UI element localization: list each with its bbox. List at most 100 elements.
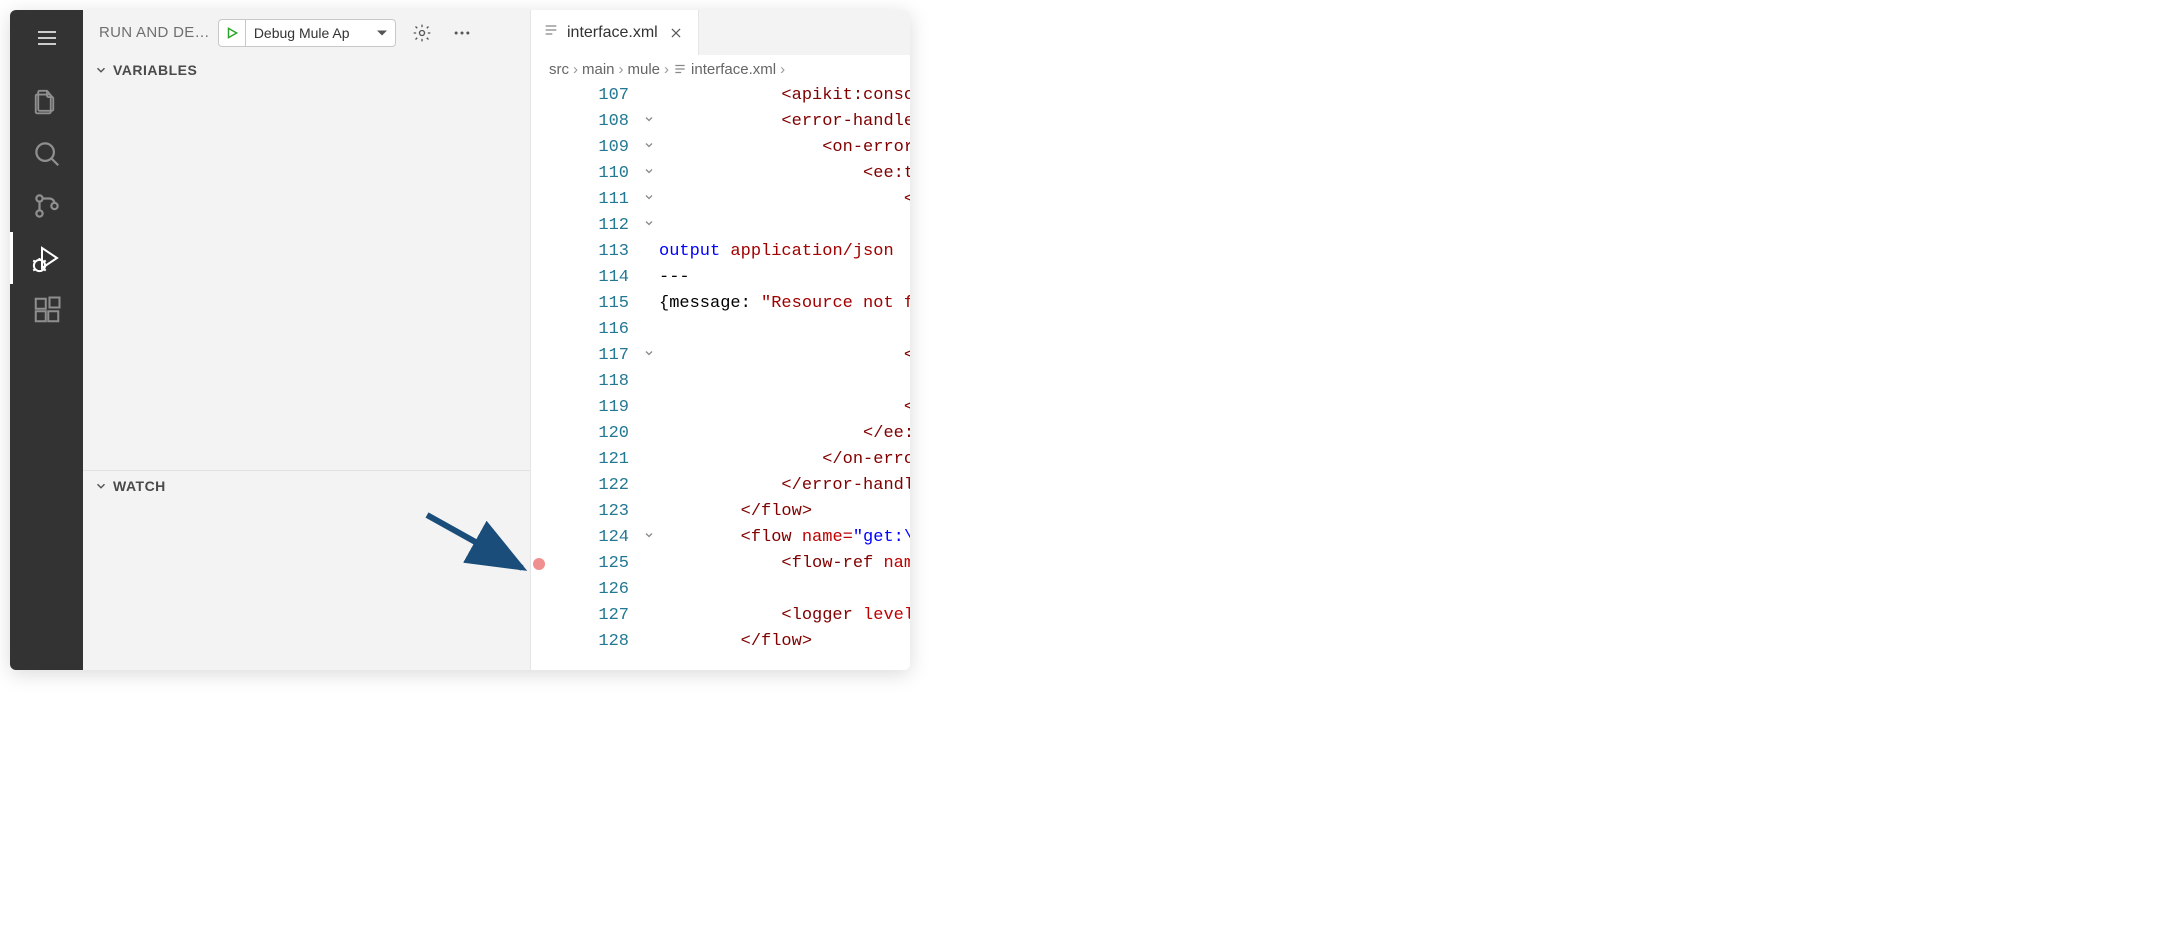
start-debug-button[interactable]	[218, 19, 246, 47]
breadcrumb-part[interactable]: src	[549, 61, 569, 78]
fold-toggle	[639, 603, 659, 629]
fold-toggle	[639, 395, 659, 421]
chevron-right-icon: ›	[573, 61, 578, 78]
breakpoint-gutter[interactable]	[531, 636, 547, 662]
line-number: 112	[547, 213, 629, 239]
line-number: 113	[547, 239, 629, 265]
code-line[interactable]: </ee:m	[659, 317, 910, 343]
code-line[interactable]	[659, 577, 910, 603]
code-editor[interactable]: 1071081091101111121131141151161171181191…	[531, 83, 910, 670]
fold-toggle[interactable]	[639, 135, 659, 161]
code-line[interactable]: <flow name="get:\fligh	[659, 525, 910, 551]
code-line[interactable]: ---	[659, 265, 910, 291]
code-line[interactable]: {message: "Resource not fo	[659, 291, 910, 317]
breakpoint-gutter[interactable]	[531, 135, 547, 161]
breakpoint-gutter[interactable]	[531, 421, 547, 447]
code-line[interactable]: <error-handler>	[659, 109, 910, 135]
breadcrumb-part[interactable]: main	[582, 61, 615, 78]
breakpoint-gutter[interactable]	[531, 473, 547, 499]
code-line[interactable]: </flow>	[659, 629, 910, 655]
code-line[interactable]: <apikit:console co	[659, 83, 910, 109]
line-number: 118	[547, 369, 629, 395]
tab-bar: interface.xml	[531, 10, 910, 55]
fold-toggle[interactable]	[639, 161, 659, 187]
breakpoint-gutter[interactable]	[531, 187, 547, 213]
code-line[interactable]: </ee:trans	[659, 421, 910, 447]
breakpoint-gutter[interactable]	[531, 317, 547, 343]
breakpoint-gutter[interactable]	[531, 369, 547, 395]
run-debug-icon[interactable]	[10, 232, 83, 284]
line-number: 121	[547, 447, 629, 473]
fold-toggle	[639, 369, 659, 395]
code-line[interactable]: <e	[659, 213, 910, 239]
fold-toggle	[639, 629, 659, 655]
fold-toggle	[639, 577, 659, 603]
tab-label: interface.xml	[567, 24, 658, 42]
fold-toggle[interactable]	[639, 525, 659, 551]
breakpoint-gutter[interactable]	[531, 499, 547, 525]
debug-config-select[interactable]: Debug Mule Ap	[246, 19, 396, 47]
breakpoint-gutter[interactable]	[531, 610, 547, 636]
file-icon	[543, 22, 559, 43]
fold-toggle	[639, 499, 659, 525]
code-line[interactable]: </ee:v	[659, 395, 910, 421]
breakpoint-gutter[interactable]	[531, 291, 547, 317]
line-number: 120	[547, 421, 629, 447]
breadcrumb-part[interactable]: mule	[628, 61, 661, 78]
code-line[interactable]: <logger level="INF	[659, 603, 910, 629]
code-line[interactable]: <ee:me	[659, 187, 910, 213]
breakpoint-gutter[interactable]	[531, 213, 547, 239]
debug-header: RUN AND DE… Debug Mule Ap	[83, 10, 530, 55]
code-line[interactable]: <ee:transf	[659, 161, 910, 187]
line-number: 123	[547, 499, 629, 525]
code-line[interactable]: output application/json	[659, 239, 910, 265]
breakpoint-gutter[interactable]	[531, 161, 547, 187]
code-line[interactable]: <on-error-prop	[659, 135, 910, 161]
explorer-icon[interactable]	[10, 76, 83, 128]
breakpoint-gutter[interactable]	[531, 343, 547, 369]
fold-toggle[interactable]	[639, 213, 659, 239]
chevron-right-icon: ›	[780, 61, 785, 78]
editor-tab-interface[interactable]: interface.xml	[531, 10, 699, 55]
breakpoint-gutter[interactable]	[531, 525, 547, 551]
breakpoint-gutter[interactable]	[531, 265, 547, 291]
breadcrumb[interactable]: src › main › mule › interface.xml ›	[531, 55, 910, 83]
breadcrumb-file[interactable]: interface.xml	[691, 61, 776, 78]
line-number: 109	[547, 135, 629, 161]
menu-button[interactable]	[10, 18, 83, 58]
watch-section-header[interactable]: WATCH	[83, 470, 530, 500]
fold-toggle[interactable]	[639, 187, 659, 213]
fold-toggle	[639, 551, 659, 577]
breakpoint-gutter[interactable]	[531, 83, 547, 109]
chevron-right-icon: ›	[619, 61, 624, 78]
breakpoint-gutter[interactable]	[531, 395, 547, 421]
breakpoint-gutter[interactable]	[531, 584, 547, 610]
breakpoint-gutter[interactable]	[531, 239, 547, 265]
line-number: 124	[547, 525, 629, 551]
code-line[interactable]: </error-handler>	[659, 473, 910, 499]
variables-section-header[interactable]: VARIABLES	[83, 55, 530, 85]
breakpoint-marker[interactable]	[533, 558, 545, 570]
extensions-icon[interactable]	[10, 284, 83, 336]
source-control-icon[interactable]	[10, 180, 83, 232]
tab-close-button[interactable]	[666, 23, 686, 43]
line-number: 111	[547, 187, 629, 213]
breakpoint-gutter[interactable]	[531, 109, 547, 135]
fold-toggle	[639, 317, 659, 343]
search-icon[interactable]	[10, 128, 83, 180]
code-line[interactable]: <flow-ref name="ge	[659, 551, 910, 577]
code-line[interactable]: <e	[659, 369, 910, 395]
chevron-down-icon	[93, 478, 109, 494]
code-line[interactable]: </flow>	[659, 499, 910, 525]
fold-toggle	[639, 291, 659, 317]
debug-config-label: Debug Mule Ap	[254, 25, 350, 41]
gear-button[interactable]	[408, 19, 436, 47]
more-actions-button[interactable]	[448, 19, 476, 47]
fold-toggle[interactable]	[639, 109, 659, 135]
fold-toggle[interactable]	[639, 343, 659, 369]
watch-label: WATCH	[113, 478, 166, 494]
code-line[interactable]: <ee:va	[659, 343, 910, 369]
code-line[interactable]: </on-error-pro	[659, 447, 910, 473]
breakpoint-gutter[interactable]	[531, 447, 547, 473]
breakpoint-gutter[interactable]	[531, 558, 547, 584]
